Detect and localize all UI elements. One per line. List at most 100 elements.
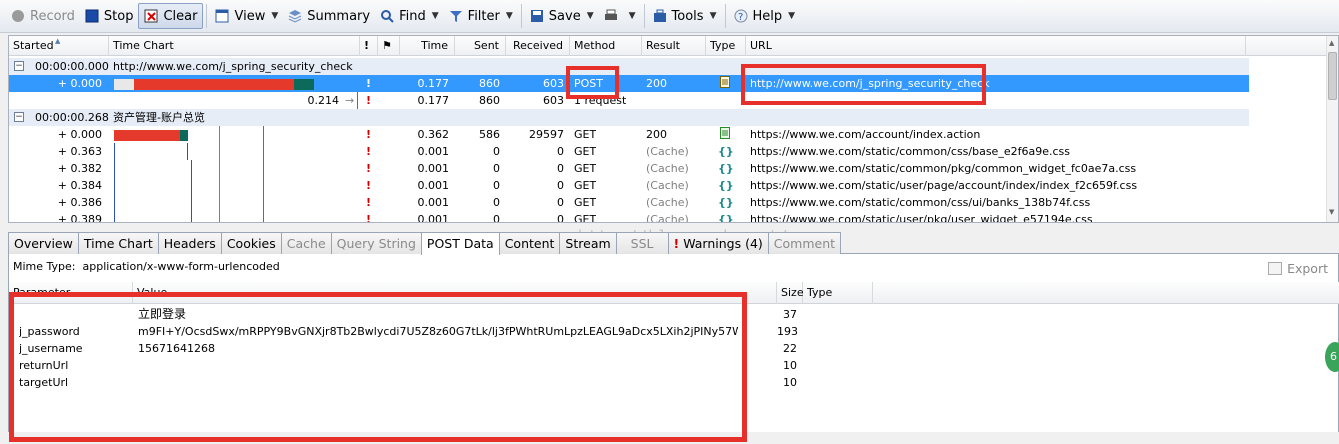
mime-type: Mime Type: application/x-www-form-urlenc… bbox=[13, 260, 280, 273]
table-row-selected[interactable]: + 0.000 ! 0.177 860 603 POST 200 http://… bbox=[9, 75, 1249, 92]
session-grid: Started ▲ Time Chart ! ⚑ Time Sent Receiv… bbox=[8, 35, 1339, 223]
tab-ssl[interactable]: SSL bbox=[615, 232, 669, 254]
group-row[interactable]: − 00:00:00.000 http://www.we.com/j_sprin… bbox=[9, 58, 1249, 75]
stop-icon bbox=[85, 9, 99, 23]
chevron-down-icon: ▼ bbox=[709, 11, 717, 21]
table-row[interactable]: + 0.363 ! 0.001 0 0 GET (Cache) {} https… bbox=[9, 143, 1249, 160]
css-icon: {} bbox=[718, 145, 734, 158]
print-button[interactable]: ▼ bbox=[599, 3, 641, 29]
view-button[interactable]: View ▼ bbox=[210, 3, 283, 29]
css-icon: {} bbox=[718, 162, 734, 175]
chevron-down-icon: ▼ bbox=[505, 11, 513, 21]
summary-button[interactable]: Summary bbox=[283, 3, 375, 29]
timeline-marker bbox=[114, 160, 115, 177]
chevron-down-icon: ▼ bbox=[271, 11, 279, 21]
grid-scrollbar[interactable]: ▲ ▼ bbox=[1326, 36, 1338, 222]
help-icon: ? bbox=[734, 9, 748, 23]
tab-query-string[interactable]: Query String bbox=[330, 232, 422, 254]
timeline-marker bbox=[114, 143, 115, 160]
tab-warnings[interactable]: ! Warnings (4) bbox=[667, 232, 769, 254]
tab-cookies[interactable]: Cookies bbox=[220, 232, 282, 254]
save-icon bbox=[530, 9, 544, 23]
filter-icon bbox=[449, 9, 463, 23]
table-row[interactable]: + 0.386 ! 0.001 0 0 GET (Cache) {} https… bbox=[9, 194, 1249, 211]
find-button[interactable]: Find ▼ bbox=[375, 3, 444, 29]
toolbox-icon bbox=[653, 9, 667, 23]
timeline-marker bbox=[263, 177, 264, 194]
group-row[interactable]: − 00:00:00.268 资产管理-账户总览 bbox=[9, 109, 1249, 126]
tab-overview[interactable]: Overview bbox=[8, 232, 79, 254]
tools-button[interactable]: Tools ▼ bbox=[648, 3, 722, 29]
tab-time-chart[interactable]: Time Chart bbox=[77, 232, 159, 254]
timeline-marker bbox=[219, 143, 220, 160]
col-time[interactable]: Time bbox=[400, 36, 455, 56]
toolbar-separator bbox=[724, 4, 726, 28]
table-row[interactable]: + 0.000 ! 0.362 586 29597 GET 200 https:… bbox=[9, 126, 1249, 143]
tab-cache[interactable]: Cache bbox=[280, 232, 332, 254]
col-type[interactable]: Type bbox=[803, 282, 873, 304]
chevron-down-icon: ▼ bbox=[431, 11, 439, 21]
table-row[interactable]: + 0.389 ! 0.001 0 0 GET (Cache) {} https… bbox=[9, 211, 1249, 223]
floating-badge[interactable]: 6 bbox=[1325, 342, 1339, 372]
document-icon bbox=[720, 76, 730, 93]
waterfall-bar-receive bbox=[294, 79, 314, 90]
filter-button[interactable]: Filter ▼ bbox=[444, 3, 518, 29]
search-icon bbox=[380, 9, 394, 23]
css-icon: {} bbox=[718, 179, 734, 192]
save-button[interactable]: Save ▼ bbox=[525, 3, 599, 29]
col-result[interactable]: Result bbox=[642, 36, 706, 56]
export-button[interactable]: Export bbox=[1268, 261, 1328, 276]
tab-comment[interactable]: Comment bbox=[767, 232, 842, 254]
timeline-marker bbox=[187, 143, 188, 160]
timeline-marker bbox=[263, 160, 264, 177]
toolbar-separator bbox=[520, 4, 522, 28]
timeline-marker bbox=[191, 194, 192, 211]
inspector-tabs: Overview Time Chart Headers Cookies Cach… bbox=[8, 232, 1339, 255]
table-row[interactable]: + 0.384 ! 0.001 0 0 GET (Cache) {} https… bbox=[9, 177, 1249, 194]
timeline-marker bbox=[191, 211, 192, 222]
tab-stream[interactable]: Stream bbox=[559, 232, 617, 254]
collapse-icon[interactable]: − bbox=[14, 112, 24, 122]
col-type[interactable]: Type bbox=[706, 36, 746, 56]
help-button[interactable]: ? Help ▼ bbox=[729, 3, 801, 29]
timeline-marker bbox=[219, 211, 220, 222]
stop-button[interactable]: Stop bbox=[80, 3, 139, 29]
css-icon: {} bbox=[718, 196, 734, 209]
col-size[interactable]: Size bbox=[777, 282, 804, 304]
flag-icon: ⚑ bbox=[382, 39, 392, 52]
col-time-chart[interactable]: Time Chart bbox=[109, 36, 360, 56]
waterfall-bar bbox=[114, 130, 180, 141]
col-url[interactable]: URL bbox=[746, 36, 1246, 56]
toolbar-separator bbox=[206, 4, 208, 28]
col-started[interactable]: Started ▲ bbox=[9, 36, 109, 56]
print-icon bbox=[604, 9, 618, 23]
tab-post-data[interactable]: POST Data bbox=[420, 232, 500, 255]
timeline-marker bbox=[357, 92, 358, 109]
col-sent[interactable]: Sent bbox=[455, 36, 506, 56]
tab-content[interactable]: Content bbox=[498, 232, 561, 254]
timeline-marker bbox=[219, 126, 220, 143]
svg-text:?: ? bbox=[738, 12, 743, 23]
timeline-marker bbox=[263, 211, 264, 222]
col-method[interactable]: Method bbox=[570, 36, 642, 56]
col-warning[interactable]: ! bbox=[360, 36, 378, 56]
waterfall-bar bbox=[134, 79, 294, 90]
collapse-icon[interactable]: − bbox=[14, 61, 24, 71]
timeline-marker bbox=[219, 194, 220, 211]
scrollbar-thumb[interactable] bbox=[1328, 52, 1337, 100]
document-icon bbox=[720, 127, 730, 144]
highlight-box-url bbox=[741, 64, 986, 105]
col-received[interactable]: Received bbox=[506, 36, 570, 56]
record-icon bbox=[11, 9, 25, 23]
highlight-box-method bbox=[566, 66, 619, 99]
record-button[interactable]: Record bbox=[6, 3, 80, 29]
css-icon: {} bbox=[718, 213, 734, 223]
timeline-marker bbox=[263, 126, 264, 143]
tab-headers[interactable]: Headers bbox=[157, 232, 222, 254]
table-row[interactable]: + 0.382 ! 0.001 0 0 GET (Cache) {} https… bbox=[9, 160, 1249, 177]
col-flag[interactable]: ⚑ bbox=[378, 36, 400, 56]
chevron-down-icon: ▼ bbox=[586, 11, 594, 21]
clear-button[interactable]: Clear bbox=[138, 3, 204, 29]
timeline-marker bbox=[114, 211, 115, 222]
timeline-marker bbox=[263, 194, 264, 211]
